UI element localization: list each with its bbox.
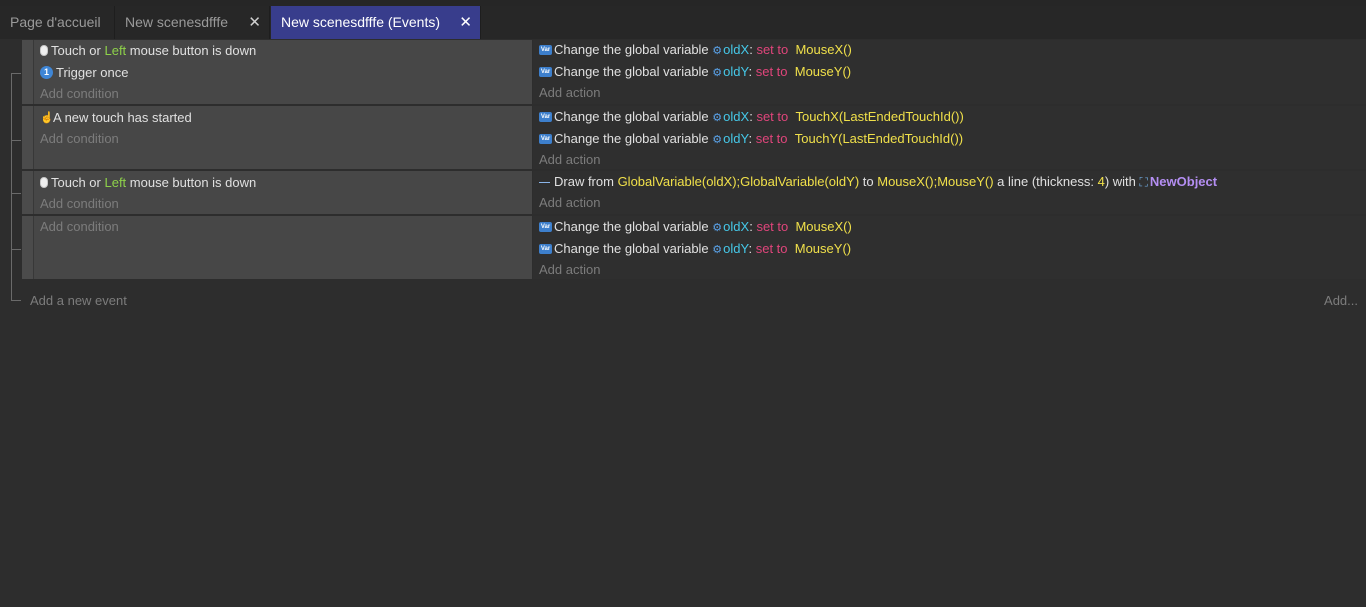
- gear-icon: ⚙: [712, 67, 723, 79]
- action-item[interactable]: Var Change the global variable ⚙oldX: set…: [539, 107, 964, 127]
- condition-item[interactable]: Touch or Left mouse button is down: [40, 173, 256, 193]
- add-action-link[interactable]: Add action: [539, 83, 600, 103]
- close-icon[interactable]: ✕: [459, 6, 472, 39]
- draw-line-icon: [539, 182, 550, 184]
- gear-icon: ⚙: [712, 45, 723, 57]
- variable-icon: Var: [539, 111, 552, 122]
- tab-home[interactable]: Page d'accueil: [0, 6, 115, 39]
- actions-panel[interactable]: Draw from GlobalVariable(oldX);GlobalVar…: [533, 171, 1366, 214]
- condition-item[interactable]: 1 Trigger once: [40, 63, 129, 83]
- event-block[interactable]: Add condition Var Change the global varia…: [22, 216, 1366, 279]
- conditions-panel[interactable]: Touch or Left mouse button is down Add c…: [33, 171, 532, 214]
- add-action-link[interactable]: Add action: [539, 193, 600, 213]
- trigger-once-icon: 1: [40, 66, 53, 80]
- add-condition-link[interactable]: Add condition: [40, 194, 119, 214]
- tree-vertical-line: [11, 73, 13, 300]
- event-drag-handle[interactable]: [22, 40, 33, 104]
- event-drag-handle[interactable]: [22, 171, 33, 214]
- tree-branch: [11, 249, 21, 250]
- actions-panel[interactable]: Var Change the global variable ⚙oldX: set…: [533, 216, 1366, 279]
- object-name: NewObject: [1149, 174, 1218, 189]
- add-new-event-link[interactable]: Add a new event: [30, 291, 127, 311]
- gear-icon: ⚙: [712, 222, 723, 234]
- add-action-link[interactable]: Add action: [539, 150, 600, 170]
- condition-parameter: Left: [104, 175, 127, 190]
- event-drag-handle[interactable]: [22, 106, 33, 169]
- gear-icon: ⚙: [712, 112, 723, 124]
- variable-icon: Var: [539, 44, 552, 55]
- conditions-panel[interactable]: ☝A new touch has started Add condition: [33, 106, 532, 169]
- tab-scene[interactable]: New scenesdfffe ✕: [115, 6, 270, 39]
- tree-branch: [11, 193, 21, 194]
- mouse-icon: [40, 45, 48, 57]
- tab-bar: Page d'accueil New scenesdfffe ✕ New sce…: [0, 6, 1366, 39]
- shape-painter-icon: ⛶: [1139, 175, 1148, 189]
- conditions-panel[interactable]: Touch or Left mouse button is down 1 Trig…: [33, 40, 532, 104]
- variable-icon: Var: [539, 66, 552, 77]
- tab-scene-events-label: New scenesdfffe (Events): [281, 14, 441, 30]
- add-action-link[interactable]: Add action: [539, 260, 600, 280]
- event-block[interactable]: Touch or Left mouse button is down Add c…: [22, 171, 1366, 214]
- actions-panel[interactable]: Var Change the global variable ⚙oldX: set…: [533, 106, 1366, 169]
- condition-parameter: Left: [104, 43, 127, 58]
- tree-branch: [11, 140, 21, 141]
- event-block[interactable]: ☝A new touch has started Add condition V…: [22, 106, 1366, 169]
- conditions-panel[interactable]: Add condition: [33, 216, 532, 279]
- action-item[interactable]: Var Change the global variable ⚙oldX: set…: [539, 217, 852, 237]
- add-more-link[interactable]: Add...: [1324, 291, 1358, 311]
- condition-item[interactable]: ☝A new touch has started: [40, 108, 192, 128]
- variable-icon: Var: [539, 221, 552, 232]
- gear-icon: ⚙: [712, 244, 723, 256]
- tree-branch: [11, 300, 21, 301]
- action-item[interactable]: Var Change the global variable ⚙oldY: set…: [539, 62, 851, 82]
- tree-branch: [11, 73, 21, 74]
- tab-scene-label: New scenesdfffe: [125, 14, 228, 30]
- touch-icon: ☝: [40, 111, 54, 124]
- variable-icon: Var: [539, 133, 552, 144]
- tab-home-label: Page d'accueil: [10, 14, 101, 30]
- tab-scene-events[interactable]: New scenesdfffe (Events) ✕: [271, 6, 481, 39]
- action-item[interactable]: Var Change the global variable ⚙oldY: set…: [539, 239, 851, 259]
- add-condition-link[interactable]: Add condition: [40, 84, 119, 104]
- action-item[interactable]: Draw from GlobalVariable(oldX);GlobalVar…: [539, 172, 1217, 192]
- mouse-icon: [40, 177, 48, 189]
- gear-icon: ⚙: [712, 134, 723, 146]
- close-icon[interactable]: ✕: [248, 6, 261, 39]
- variable-icon: Var: [539, 243, 552, 254]
- event-drag-handle[interactable]: [22, 216, 33, 279]
- add-condition-link[interactable]: Add condition: [40, 217, 119, 237]
- actions-panel[interactable]: Var Change the global variable ⚙oldX: set…: [533, 40, 1366, 104]
- event-block[interactable]: Touch or Left mouse button is down 1 Trig…: [22, 40, 1366, 104]
- action-item[interactable]: Var Change the global variable ⚙oldX: set…: [539, 40, 852, 60]
- condition-item[interactable]: Touch or Left mouse button is down: [40, 41, 256, 61]
- add-condition-link[interactable]: Add condition: [40, 129, 119, 149]
- action-item[interactable]: Var Change the global variable ⚙oldY: set…: [539, 129, 963, 149]
